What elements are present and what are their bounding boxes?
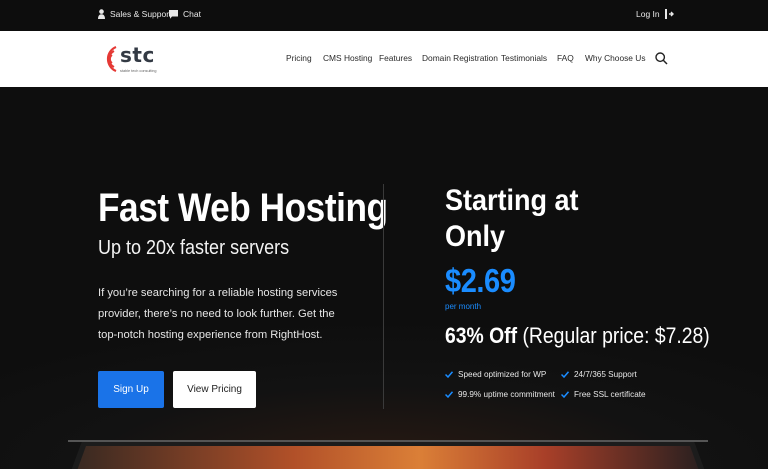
feature-item: Speed optimized for WP <box>445 370 546 379</box>
feature-item: 99.9% uptime commitment <box>445 390 555 399</box>
feature-item: 24/7/365 Support <box>561 370 637 379</box>
nav-item-pricing[interactable]: Pricing <box>286 53 312 63</box>
feature-label: 24/7/365 Support <box>574 370 637 379</box>
divider <box>383 184 384 409</box>
check-icon <box>561 391 569 398</box>
sign-up-button[interactable]: Sign Up <box>98 371 164 408</box>
offer-regular-price: (Regular price: $7.28) <box>522 323 710 348</box>
hero-subtitle: Up to 20x faster servers <box>98 237 290 259</box>
check-icon <box>561 371 569 378</box>
chat-icon <box>169 9 178 19</box>
nav-item-why-choose-us[interactable]: Why Choose Us <box>585 53 646 63</box>
nav-item-domain-registration[interactable]: Domain Registration <box>422 53 498 63</box>
login-label: Log In <box>636 9 660 19</box>
main-nav: stc stable tech consulting Pricing CMS H… <box>0 31 768 87</box>
offer-period: per month <box>445 302 482 311</box>
nav-item-cms-hosting[interactable]: CMS Hosting <box>323 53 372 63</box>
offer-discount-line: 63% Off (Regular price: $7.28) <box>445 323 710 349</box>
search-icon[interactable] <box>655 52 668 65</box>
logo-mark-icon <box>106 45 117 73</box>
hero-section: Fast Web Hosting Up to 20x faster server… <box>0 87 768 469</box>
login-link[interactable]: Log In <box>636 9 674 19</box>
nav-item-testimonials[interactable]: Testimonials <box>501 53 547 63</box>
hero-title: Fast Web Hosting <box>98 186 388 230</box>
chat-label: Chat <box>183 9 201 19</box>
top-bar: Sales & Support Chat Log In <box>0 0 768 31</box>
check-icon <box>445 371 453 378</box>
login-icon <box>664 9 674 19</box>
user-icon <box>98 9 105 19</box>
sales-support-label: Sales & Support <box>110 9 172 19</box>
nav-item-faq[interactable]: FAQ <box>557 53 574 63</box>
feature-label: 99.9% uptime commitment <box>458 390 555 399</box>
hero-description: If you’re searching for a reliable hosti… <box>98 287 338 341</box>
logo-text: stc <box>120 43 155 67</box>
check-icon <box>445 391 453 398</box>
nav-item-features[interactable]: Features <box>379 53 412 63</box>
sales-support-link[interactable]: Sales & Support <box>98 9 171 19</box>
laptop-image <box>68 440 708 469</box>
chat-link[interactable]: Chat <box>169 9 201 19</box>
feature-item: Free SSL certificate <box>561 390 646 399</box>
feature-label: Speed optimized for WP <box>458 370 547 379</box>
feature-label: Free SSL certificate <box>574 390 646 399</box>
offer-discount: 63% Off <box>445 323 518 348</box>
view-pricing-button[interactable]: View Pricing <box>173 371 256 408</box>
offer-title: Starting at Only <box>445 184 579 253</box>
offer-price: $2.69 <box>445 262 516 299</box>
logo[interactable]: stc stable tech consulting <box>98 42 168 78</box>
logo-tagline: stable tech consulting <box>120 69 157 73</box>
